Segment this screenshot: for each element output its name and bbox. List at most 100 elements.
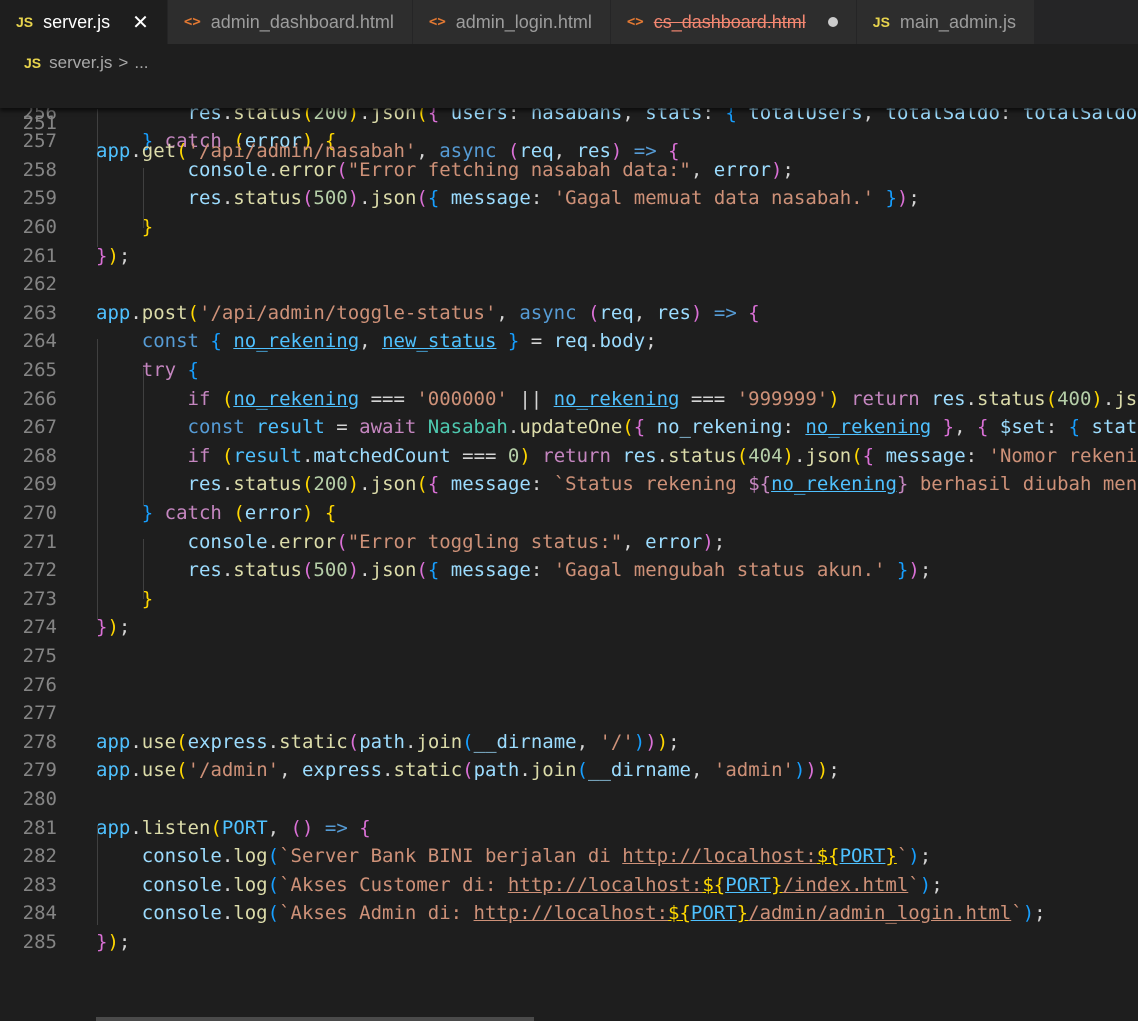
code-line[interactable]: 276 [0,671,1138,700]
code-line[interactable]: 278 app.use(express.static(path.join(__di… [0,728,1138,757]
line-number: 270 [22,501,57,524]
line-number: 277 [22,702,57,725]
line-number: 267 [22,416,57,439]
tab-label: admin_login.html [455,11,592,32]
code-line[interactable]: 284 console.log(`Akses Admin di: http://… [0,899,1138,928]
code-text: app.listen(PORT, () => { [96,816,371,839]
code-text: const { no_rekening, new_status } = req.… [141,330,657,353]
code-line[interactable]: 260 } [0,213,1138,242]
code-line[interactable]: 269 res.status(200).json({ message: `Sta… [0,470,1138,499]
line-number: 275 [22,644,57,667]
indent-guide [97,109,98,247]
code-line[interactable]: 265 try { [0,356,1138,385]
line-number: 273 [22,587,57,610]
code-line: app.get('/api/admin/nasabah', async (req… [96,140,680,163]
tab-label: main_admin.js [899,11,1016,32]
code-text: res.status(500).json({ message: 'Gagal m… [187,187,920,210]
code-text: } catch (error) { [141,501,337,524]
close-icon[interactable]: ✕ [132,10,149,35]
code-text: res.status(500).json({ message: 'Gagal m… [187,559,932,582]
code-line[interactable]: 259 res.status(500).json({ message: 'Gag… [0,184,1138,213]
line-number: 278 [22,730,57,753]
code-line[interactable]: 280 [0,785,1138,814]
tab-server-js[interactable]: JS server.js ✕ [0,0,168,44]
code-line[interactable]: 262 [0,270,1138,299]
code-text: console.log(`Akses Admin di: http://loca… [141,902,1046,925]
line-number: 261 [22,244,57,267]
tab-main-admin-js[interactable]: JS main_admin.js [856,0,1035,44]
code-line[interactable]: 263 app.post('/api/admin/toggle-status', … [0,299,1138,328]
line-number: 263 [22,301,57,324]
code-line[interactable]: 279 app.use('/admin', express.static(path… [0,756,1138,785]
line-number: 282 [22,845,57,868]
code-line[interactable]: 264 const { no_rekening, new_status } = … [0,327,1138,356]
code-text: console.error("Error toggling status:", … [187,530,726,553]
line-number: 265 [22,358,57,381]
code-line[interactable]: 270 } catch (error) { [0,499,1138,528]
code-editor[interactable]: 251 app.get('/api/admin/nasabah', async … [0,80,1138,1021]
line-number: 264 [22,330,57,353]
code-text: } [141,215,154,238]
code-text: }); [96,244,131,267]
code-text: const result = await Nasabah.updateOne({… [187,416,1138,439]
line-number: 281 [22,816,57,839]
line-number: 283 [22,873,57,896]
line-number: 268 [22,444,57,467]
line-number: 274 [22,616,57,639]
line-number: 271 [22,530,57,553]
indent-guide [97,825,98,925]
line-number: 276 [22,673,57,696]
line-number: 272 [22,559,57,582]
sticky-scroll-header[interactable]: 251 app.get('/api/admin/nasabah', async … [0,80,1138,162]
code-line[interactable]: 267 const result = await Nasabah.updateO… [0,413,1138,442]
line-number: 284 [22,902,57,925]
chevron-right-icon: > [118,53,129,72]
code-text: }); [96,616,131,639]
code-text: try { [141,358,199,381]
code-line[interactable]: 274}); [0,613,1138,642]
indent-guide [143,168,144,228]
line-number: 280 [22,787,57,810]
line-number: 279 [22,759,57,782]
code-text: app.use('/admin', express.static(path.jo… [96,759,840,782]
code-line[interactable]: 285}); [0,928,1138,957]
tab-admin-dashboard-html[interactable]: <> admin_dashboard.html [167,0,413,44]
code-line[interactable]: 275 [0,642,1138,671]
html-file-icon: <> [428,14,446,30]
code-line[interactable]: 268 if (result.matchedCount === 0) retur… [0,442,1138,471]
code-text: console.log(`Server Bank BINI berjalan d… [141,845,932,868]
breadcrumb: JS server.js > ... [0,44,1138,82]
tab-admin-login-html[interactable]: <> admin_login.html [412,0,611,44]
code-text: app.post('/api/admin/toggle-status', asy… [96,301,760,324]
line-number: 251 [22,111,57,134]
code-text: if (no_rekening === '000000' || no_reken… [187,387,1138,410]
code-line[interactable]: 277 [0,699,1138,728]
code-text: console.log(`Akses Customer di: http://l… [141,873,943,896]
indent-guide [97,339,98,620]
code-text: res.status(200).json({ message: `Status … [187,473,1138,496]
code-text: app.use(express.static(path.join(__dirna… [96,730,680,753]
code-line[interactable]: 271 console.error("Error toggling status… [0,528,1138,557]
code-line[interactable]: 266 if (no_rekening === '000000' || no_r… [0,385,1138,414]
unsaved-dot-icon[interactable] [827,17,838,27]
tab-cs-dashboard-html[interactable]: <> cs_dashboard.html [610,0,857,44]
indent-guide [143,539,144,599]
javascript-file-icon: JS [24,55,42,71]
code-text: if (result.matchedCount === 0) return re… [187,444,1138,467]
code-line[interactable]: 273 } [0,585,1138,614]
line-number: 260 [22,215,57,238]
code-line[interactable]: 282 console.log(`Server Bank BINI berjal… [0,842,1138,871]
breadcrumb-symbols[interactable]: ... [134,53,148,73]
html-file-icon: <> [183,14,201,30]
tab-label: admin_dashboard.html [210,11,394,32]
breadcrumb-file[interactable]: server.js [49,53,112,73]
code-line[interactable]: 272 res.status(500).json({ message: 'Gag… [0,556,1138,585]
horizontal-scrollbar[interactable] [96,1017,534,1021]
line-number: 266 [22,387,57,410]
line-number: 262 [22,273,57,296]
code-line[interactable]: 283 console.log(`Akses Customer di: http… [0,871,1138,900]
javascript-file-icon: JS [16,14,34,30]
code-line[interactable]: 281 app.listen(PORT, () => { [0,814,1138,843]
line-number: 269 [22,473,57,496]
code-line[interactable]: 261}); [0,242,1138,271]
